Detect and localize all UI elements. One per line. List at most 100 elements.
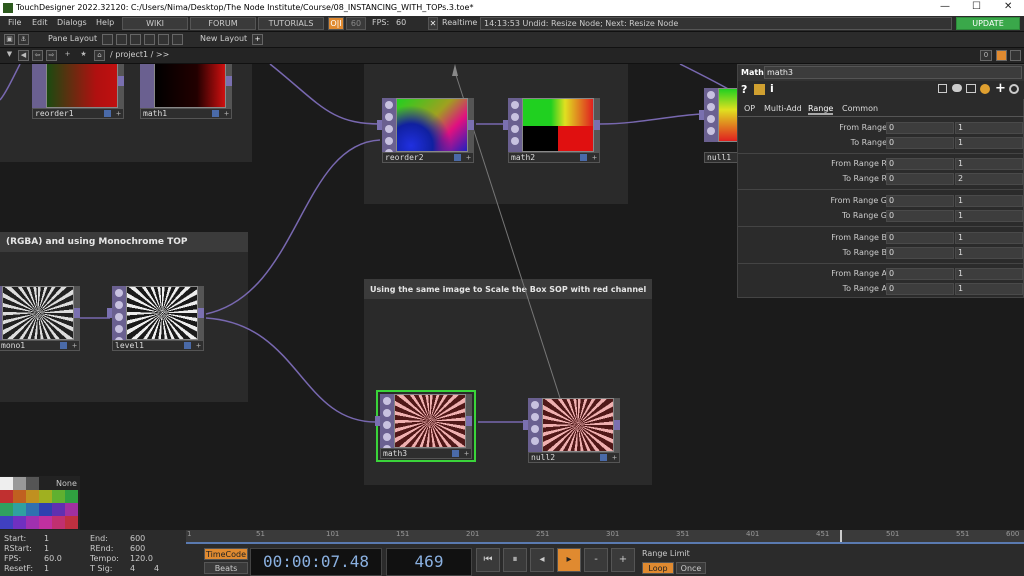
node-reorder1[interactable]: reorder1 + — [32, 64, 124, 119]
swatch[interactable] — [26, 477, 39, 490]
wiki-button[interactable]: WIKI — [122, 17, 188, 30]
realtime-checkbox[interactable]: ✕ — [428, 17, 438, 30]
timeline-ruler[interactable]: 1 51 101 151 201 251 301 351 401 451 501… — [186, 530, 1024, 544]
image-icon[interactable]: ▣ — [4, 34, 15, 45]
home-icon[interactable]: ⌂ — [94, 50, 105, 61]
swatch[interactable] — [52, 490, 65, 503]
swatch[interactable] — [13, 477, 26, 490]
layout-1-icon[interactable] — [102, 34, 113, 45]
menu-help[interactable]: Help — [96, 18, 114, 27]
faster-button[interactable]: + — [611, 548, 635, 572]
tab-common[interactable]: Common — [842, 104, 878, 113]
param-field[interactable]: 1 — [955, 283, 1023, 295]
swatch[interactable] — [26, 490, 39, 503]
swatch[interactable] — [0, 516, 13, 529]
param-field[interactable]: 1 — [955, 158, 1023, 170]
target-icon[interactable] — [1009, 84, 1019, 94]
param-field[interactable]: 0 — [886, 247, 954, 259]
rewind-button[interactable]: ⏮ — [476, 548, 500, 572]
param-field[interactable]: 0 — [886, 268, 954, 280]
node-level1[interactable]: level1 + — [107, 286, 204, 351]
network-path[interactable]: / project1 / >> — [110, 50, 169, 59]
param-field[interactable]: 2 — [955, 173, 1023, 185]
node-null2[interactable]: null2 + — [523, 398, 620, 463]
layout-6-icon[interactable] — [172, 34, 183, 45]
tab-op[interactable]: OP — [744, 104, 755, 113]
tab-multi-add[interactable]: Multi-Add — [764, 104, 802, 113]
param-field[interactable]: 0 — [886, 232, 954, 244]
param-field[interactable]: 1 — [955, 268, 1023, 280]
param-field[interactable]: 1 — [955, 137, 1023, 149]
node-math2[interactable]: math2 + — [503, 98, 600, 163]
layout-5-icon[interactable] — [158, 34, 169, 45]
swatch[interactable] — [39, 503, 52, 516]
param-field[interactable]: 0 — [886, 137, 954, 149]
swatch-none-label[interactable]: None — [56, 479, 77, 488]
param-field[interactable]: 0 — [886, 158, 954, 170]
comment-icon[interactable] — [952, 84, 962, 92]
layout-3-icon[interactable] — [130, 34, 141, 45]
script-icon[interactable] — [966, 84, 976, 93]
menu-edit[interactable]: Edit — [32, 18, 48, 27]
pane-menu-icon[interactable] — [1010, 50, 1021, 61]
start-value[interactable]: 1 — [44, 534, 49, 543]
fps-target[interactable]: 60 — [346, 17, 366, 30]
star-icon[interactable]: ★ — [78, 50, 89, 61]
add-parameter-icon[interactable]: + — [995, 81, 1006, 96]
close-button[interactable]: ✕ — [1004, 1, 1012, 12]
pane-layout-label[interactable]: Pane Layout — [48, 34, 97, 43]
network-forward-icon[interactable]: ⇨ — [46, 50, 57, 61]
step-back-button[interactable]: ◂ — [530, 548, 554, 572]
help-icon[interactable]: ? — [741, 83, 747, 96]
node-mono1[interactable]: mono1 + — [0, 286, 80, 351]
swatch[interactable] — [0, 477, 13, 490]
minimize-button[interactable]: — — [940, 1, 950, 12]
swatch[interactable] — [65, 503, 78, 516]
rend-value[interactable]: 600 — [130, 544, 145, 553]
tutorials-button[interactable]: TUTORIALS — [258, 17, 324, 30]
frame-display[interactable]: 469 — [386, 548, 472, 576]
node-reorder2[interactable]: reorder2 + — [377, 98, 474, 163]
tsig-value-1[interactable]: 4 — [130, 564, 135, 573]
menu-dialogs[interactable]: Dialogs — [57, 18, 87, 27]
swatch[interactable] — [13, 503, 26, 516]
param-field[interactable]: 0 — [886, 210, 954, 222]
resetf-value[interactable]: 1 — [44, 564, 49, 573]
param-field[interactable]: 0 — [886, 173, 954, 185]
swatch[interactable] — [13, 516, 26, 529]
param-field[interactable]: 0 — [886, 122, 954, 134]
swatch[interactable] — [65, 490, 78, 503]
op-name-field[interactable]: math3 — [764, 66, 1022, 79]
param-field[interactable]: 1 — [955, 232, 1023, 244]
new-layout-label[interactable]: New Layout — [200, 34, 247, 43]
update-button[interactable]: UPDATE — [956, 17, 1020, 30]
add-icon[interactable]: + — [62, 50, 73, 61]
pause-button[interactable]: ⏸ — [503, 548, 527, 572]
param-field[interactable]: 1 — [955, 122, 1023, 134]
oi-toggle[interactable]: O|I — [328, 17, 344, 30]
tempo-value[interactable]: 120.0 — [130, 554, 153, 563]
tsig-value-2[interactable]: 4 — [154, 564, 159, 573]
forum-button[interactable]: FORUM — [190, 17, 256, 30]
swatch[interactable] — [26, 503, 39, 516]
swatch[interactable] — [52, 516, 65, 529]
network-back-icon[interactable]: ⇦ — [32, 50, 43, 61]
timecode-display[interactable]: 00:00:07.48 — [250, 548, 382, 576]
beats-toggle[interactable]: Beats — [204, 562, 248, 574]
layout-4-icon[interactable] — [144, 34, 155, 45]
node-math1[interactable]: math1 + — [140, 64, 232, 119]
end-value[interactable]: 600 — [130, 534, 145, 543]
play-button[interactable]: ▸ — [557, 548, 581, 572]
python-icon[interactable] — [980, 84, 990, 94]
tab-range[interactable]: Range — [808, 104, 834, 115]
param-field[interactable]: 1 — [955, 195, 1023, 207]
swatch[interactable] — [0, 503, 13, 516]
param-field[interactable]: 0 — [886, 283, 954, 295]
swatch[interactable] — [52, 503, 65, 516]
node-math3[interactable]: math3 + — [375, 390, 476, 462]
pane-split-icon[interactable] — [996, 50, 1007, 61]
swatch[interactable] — [39, 516, 52, 529]
param-field[interactable]: 1 — [955, 210, 1023, 222]
layout-2-icon[interactable] — [116, 34, 127, 45]
swatch[interactable] — [0, 490, 13, 503]
